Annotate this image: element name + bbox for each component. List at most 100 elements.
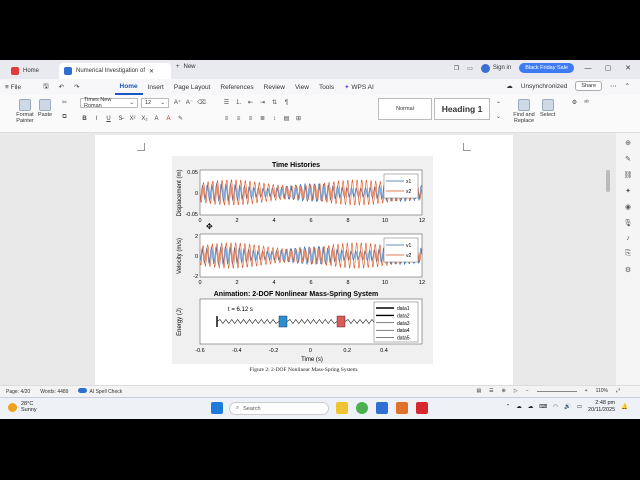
word-count[interactable]: Words: 4489	[40, 389, 68, 395]
tab-document[interactable]: Numerical Investigation of ✕	[59, 63, 171, 79]
align-center-icon[interactable]: ≡	[234, 115, 243, 124]
style-normal[interactable]: Normal	[378, 98, 432, 120]
layout-icon[interactable]: ▭	[467, 65, 473, 72]
new-tab-button[interactable]: + New	[176, 64, 196, 70]
wifi-icon[interactable]: ◠	[553, 404, 558, 410]
menu-references[interactable]: References	[215, 79, 258, 95]
maximize-icon[interactable]: ▢	[602, 64, 614, 72]
page-count[interactable]: Page: 4/20	[6, 389, 30, 395]
align-right-icon[interactable]: ≡	[246, 115, 255, 124]
chevron-down-icon[interactable]: ⌄	[494, 113, 503, 122]
zoom-slider[interactable]	[536, 390, 577, 392]
camera-icon[interactable]: ◉	[625, 203, 631, 211]
view-mode-icon[interactable]: ▤	[476, 388, 481, 394]
zoom-level[interactable]: 110%	[596, 388, 608, 394]
align-left-icon[interactable]: ≡	[222, 115, 231, 124]
notification-icon[interactable]: 🔔	[621, 404, 628, 410]
style-heading-1[interactable]: Heading 1	[434, 98, 490, 120]
add-icon[interactable]: ⊕	[625, 139, 631, 147]
sort-icon[interactable]: ⇅	[270, 99, 279, 108]
shading-icon[interactable]: ▤	[282, 115, 291, 124]
gear-icon[interactable]: ⚙	[625, 266, 631, 274]
menu-view[interactable]: View	[290, 79, 314, 95]
language-icon[interactable]: ⌨	[539, 404, 547, 410]
quick-redo-icon[interactable]: ↷	[69, 79, 84, 95]
pen-icon[interactable]: ✎	[625, 155, 631, 163]
onedrive-icon[interactable]: ☁	[528, 404, 534, 410]
menu-home[interactable]: Home	[114, 79, 143, 95]
unsynced-label[interactable]: Unsynchronized	[521, 83, 568, 90]
wps-taskbar-icon[interactable]	[416, 402, 428, 414]
cloud-icon[interactable]: ☁	[516, 404, 522, 410]
microphone-icon[interactable]: 🎙	[624, 219, 633, 227]
share-button[interactable]: Share	[575, 81, 603, 91]
menu-page-layout[interactable]: Page Layout	[169, 79, 216, 95]
font-size-select[interactable]: 12 ⌄	[141, 98, 169, 108]
speaker-icon[interactable]: ♪	[626, 235, 630, 242]
zoom-out-icon[interactable]: −	[526, 388, 529, 394]
matlab-icon[interactable]	[396, 402, 408, 414]
spellcheck-icon[interactable]: ᵃᵇ	[582, 99, 591, 108]
numbering-icon[interactable]: ⒈	[234, 99, 243, 108]
paste-button[interactable]: Paste	[38, 99, 52, 118]
grow-font-icon[interactable]: A⁺	[173, 99, 182, 108]
menu-insert[interactable]: Insert	[143, 79, 169, 95]
find-replace-button[interactable]: Find and Replace	[511, 99, 537, 124]
select-button[interactable]: Select	[540, 99, 555, 118]
chevron-up-icon[interactable]: ⌃	[494, 101, 503, 110]
link-icon[interactable]: ⛓	[624, 171, 633, 179]
chrome-icon[interactable]	[356, 402, 368, 414]
format-painter-button[interactable]: Format Painter	[12, 99, 38, 124]
format-icon[interactable]: ✦	[625, 187, 631, 195]
borders-icon[interactable]: ⊞	[294, 115, 303, 124]
justify-icon[interactable]: ≣	[258, 115, 267, 124]
weather-widget[interactable]: 28°C Sunny	[8, 401, 37, 413]
chevron-up-icon[interactable]: ⌃	[506, 404, 511, 410]
translate-icon[interactable]: ⎘	[625, 250, 631, 258]
close-window-icon[interactable]: ✕	[622, 64, 634, 72]
file-menu[interactable]: ≡ File	[0, 79, 26, 95]
window-restore-icon[interactable]: ❐	[454, 65, 459, 72]
strikethrough-icon[interactable]: S̶	[116, 115, 125, 124]
minimize-icon[interactable]: —	[582, 65, 594, 72]
bold-icon[interactable]: B	[80, 115, 89, 124]
vertical-scrollbar[interactable]	[606, 170, 610, 192]
collapse-ribbon-icon[interactable]: ⌃	[625, 82, 630, 90]
promo-button[interactable]: Black Friday Sale	[519, 63, 574, 73]
underline-icon[interactable]: U	[104, 115, 113, 124]
tab-home[interactable]: Home	[6, 63, 56, 79]
highlight-icon[interactable]: ✎	[176, 115, 185, 124]
figure-image[interactable]: Time Histories Displacement (m) 0.05 0 -…	[172, 156, 433, 364]
volume-icon[interactable]: 🔊	[564, 404, 571, 410]
close-tab-icon[interactable]: ✕	[149, 68, 154, 75]
web-layout-icon[interactable]: ⊕	[502, 388, 506, 394]
superscript-icon[interactable]: X²	[128, 115, 137, 124]
line-spacing-icon[interactable]: ↕	[270, 115, 279, 124]
menu-tools[interactable]: Tools	[314, 79, 339, 95]
font-color-icon[interactable]: A	[164, 115, 173, 124]
play-icon[interactable]: ▷	[514, 388, 518, 394]
zoom-in-icon[interactable]: +	[585, 388, 588, 394]
windows-start-icon[interactable]	[211, 402, 223, 414]
settings-icon[interactable]: ⚙	[570, 99, 579, 108]
quick-undo-icon[interactable]: ↶	[54, 79, 69, 95]
shrink-font-icon[interactable]: A⁻	[185, 99, 194, 108]
fit-icon[interactable]: ⤢	[616, 388, 620, 394]
italic-icon[interactable]: I	[92, 115, 101, 124]
increase-indent-icon[interactable]: ⇥	[258, 99, 267, 108]
clock[interactable]: 2:48 pm 20/11/2025	[588, 400, 615, 414]
edge-icon[interactable]	[376, 402, 388, 414]
spell-check[interactable]: AI Spell Check	[78, 388, 122, 395]
decrease-indent-icon[interactable]: ⇤	[246, 99, 255, 108]
font-name-select[interactable]: Times New Roman ⌄	[80, 97, 138, 109]
menu-wps-ai[interactable]: ✦ WPS AI	[339, 79, 379, 95]
text-effect-icon[interactable]: A	[152, 115, 161, 124]
taskbar-search[interactable]: ⌕ Search	[229, 402, 329, 415]
sign-in-button[interactable]: Sign in	[480, 63, 511, 73]
quick-save-icon[interactable]: 🖫	[38, 79, 54, 95]
menu-review[interactable]: Review	[259, 79, 290, 95]
bullets-icon[interactable]: ☰	[222, 99, 231, 108]
document-page[interactable]: Time Histories Displacement (m) 0.05 0 -…	[95, 135, 513, 385]
show-marks-icon[interactable]: ¶	[282, 99, 291, 108]
battery-icon[interactable]: ▭	[577, 404, 582, 410]
